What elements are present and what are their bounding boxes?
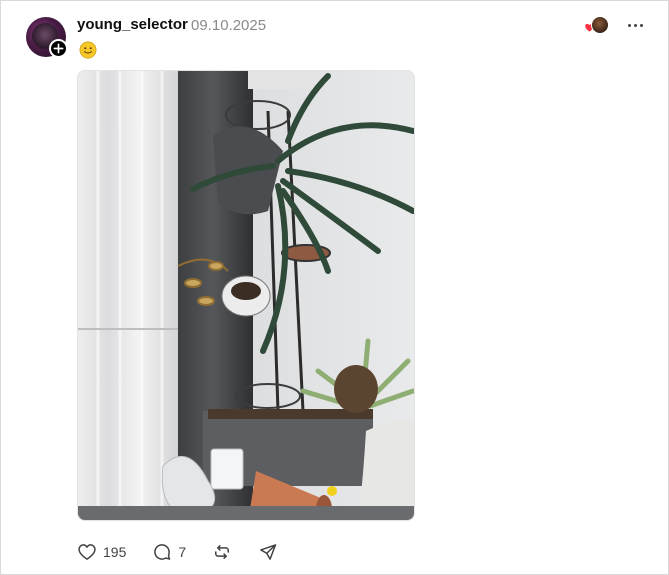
follow-button[interactable] bbox=[49, 39, 68, 58]
post-actions: 195 7 bbox=[77, 539, 278, 565]
liker-avatar bbox=[591, 16, 609, 34]
more-button[interactable] bbox=[623, 15, 647, 35]
post-card: young_selector 09.10.2025 195 7 bbox=[0, 0, 669, 575]
post-photo[interactable] bbox=[77, 70, 415, 521]
reply-button[interactable]: 7 bbox=[152, 542, 186, 562]
username[interactable]: young_selector bbox=[77, 16, 188, 33]
send-icon bbox=[260, 544, 277, 560]
comment-icon bbox=[154, 544, 171, 560]
slightly-smiling-face-icon bbox=[79, 41, 97, 59]
share-button[interactable] bbox=[258, 542, 278, 562]
more-icon bbox=[627, 23, 631, 27]
like-count: 195 bbox=[103, 544, 127, 560]
repost-icon bbox=[215, 545, 230, 559]
plus-icon bbox=[53, 43, 64, 54]
reply-count: 7 bbox=[178, 544, 187, 560]
liked-by-avatars[interactable] bbox=[584, 16, 610, 36]
post-date: 09.10.2025 bbox=[191, 17, 267, 34]
photo-plants-window bbox=[78, 71, 414, 520]
heart-icon bbox=[78, 544, 96, 560]
like-button[interactable]: 195 bbox=[77, 542, 126, 562]
repost-button[interactable] bbox=[212, 542, 232, 562]
